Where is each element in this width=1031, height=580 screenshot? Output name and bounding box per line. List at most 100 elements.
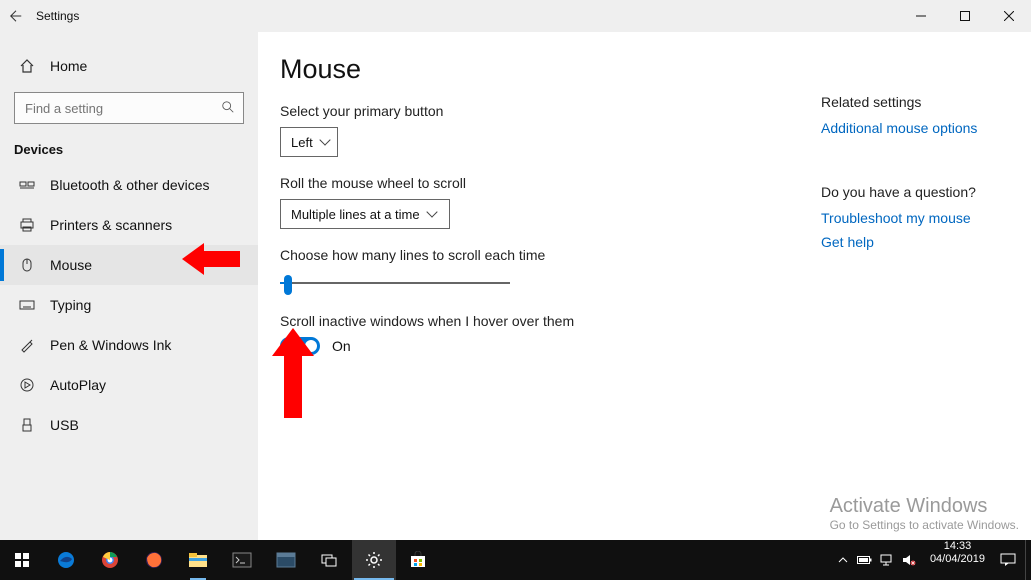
sidebar-item-usb[interactable]: USB [0,405,258,445]
tray-network-icon[interactable] [878,540,896,580]
terminal-icon [232,552,252,568]
titlebar: Settings [0,0,1031,32]
search-wrap [0,92,258,124]
sidebar-item-bluetooth[interactable]: Bluetooth & other devices [0,165,258,205]
sidebar-item-autoplay[interactable]: AutoPlay [0,365,258,405]
maximize-button[interactable] [943,0,987,32]
minimize-icon [916,11,926,21]
sidebar-category: Devices [14,142,258,157]
taskbar-settings[interactable] [352,540,396,580]
sidebar-item-label: Mouse [50,257,92,273]
search-box[interactable] [14,92,244,124]
sidebar: Home Devices Bluetooth & other devices P… [0,32,258,540]
file-explorer-icon [188,552,208,568]
task-view-icon [320,552,340,568]
watermark-title: Activate Windows [830,495,1019,518]
mouse-icon [18,256,36,274]
sidebar-item-label: Typing [50,297,91,313]
primary-button-dropdown[interactable]: Left [280,127,338,157]
action-center-button[interactable] [991,540,1025,580]
autoplay-icon [18,376,36,394]
back-button[interactable] [0,0,32,32]
sidebar-item-label: USB [50,417,79,433]
inactive-scroll-value: On [332,338,351,354]
question-heading: Do you have a question? [821,184,1021,200]
printer-icon [18,216,36,234]
right-spacer [821,144,1021,184]
window-title: Settings [36,9,79,23]
nav-home[interactable]: Home [0,46,258,86]
chevron-down-icon [319,134,330,145]
start-button[interactable] [0,540,44,580]
taskbar-store[interactable] [396,540,440,580]
primary-button-label: Select your primary button [280,103,800,119]
toggle-knob [305,340,317,352]
sidebar-item-label: AutoPlay [50,377,106,393]
sidebar-item-label: Pen & Windows Ink [50,337,171,353]
lines-label: Choose how many lines to scroll each tim… [280,247,800,263]
app-window-icon [276,552,296,568]
activate-windows-watermark: Activate Windows Go to Settings to activ… [830,495,1019,532]
system-tray[interactable] [834,540,924,580]
taskbar-cmd[interactable] [220,540,264,580]
lines-slider[interactable] [280,271,510,295]
get-help-link[interactable]: Get help [821,234,1021,250]
taskbar-spacer [440,540,834,580]
store-icon [409,551,427,569]
scroll-mode-dropdown[interactable]: Multiple lines at a time [280,199,450,229]
primary-button-value: Left [291,135,313,150]
taskbar-explorer[interactable] [176,540,220,580]
sidebar-item-typing[interactable]: Typing [0,285,258,325]
inactive-scroll-label: Scroll inactive windows when I hover ove… [280,313,800,329]
scroll-mode-label: Roll the mouse wheel to scroll [280,175,800,191]
inactive-scroll-toggle[interactable] [280,337,320,355]
sidebar-item-pen[interactable]: Pen & Windows Ink [0,325,258,365]
settings-content: Mouse Select your primary button Left Ro… [280,54,800,540]
bluetooth-icon [18,176,36,194]
sidebar-item-mouse[interactable]: Mouse [0,245,258,285]
scroll-mode-value: Multiple lines at a time [291,207,420,222]
inactive-scroll-row: On [280,337,800,355]
chevron-down-icon [426,206,437,217]
troubleshoot-link[interactable]: Troubleshoot my mouse [821,210,1021,226]
pen-icon [18,336,36,354]
chrome-icon [100,550,120,570]
keyboard-icon [18,296,36,314]
clock-time: 14:33 [930,540,985,553]
right-column: Related settings Additional mouse option… [821,54,1031,540]
nav-home-label: Home [50,58,87,74]
search-icon [221,100,235,117]
slider-thumb[interactable] [284,275,292,295]
show-desktop-button[interactable] [1025,540,1031,580]
taskbar-edge[interactable] [44,540,88,580]
tray-volume-icon[interactable] [900,540,918,580]
taskbar-taskview[interactable] [308,540,352,580]
firefox-icon [144,550,164,570]
page-title: Mouse [280,54,800,85]
tray-overflow-icon[interactable] [834,540,852,580]
taskbar-firefox[interactable] [132,540,176,580]
taskbar-generic-app[interactable] [264,540,308,580]
slider-track [280,282,510,284]
sidebar-item-label: Printers & scanners [50,217,172,233]
edge-icon [56,550,76,570]
related-heading: Related settings [821,94,1021,110]
taskbar-chrome[interactable] [88,540,132,580]
home-icon [18,57,36,75]
gear-icon [365,551,383,569]
sidebar-item-printers[interactable]: Printers & scanners [0,205,258,245]
maximize-icon [960,11,970,21]
minimize-button[interactable] [899,0,943,32]
watermark-subtitle: Go to Settings to activate Windows. [830,518,1019,532]
taskbar: 14:33 04/04/2019 [0,540,1031,580]
close-button[interactable] [987,0,1031,32]
close-icon [1004,11,1014,21]
additional-mouse-options-link[interactable]: Additional mouse options [821,120,1021,136]
tray-battery-icon[interactable] [856,540,874,580]
clock-date: 04/04/2019 [930,553,985,566]
taskbar-clock[interactable]: 14:33 04/04/2019 [924,540,991,580]
search-input[interactable] [23,100,221,117]
usb-icon [18,416,36,434]
windows-logo-icon [14,552,30,568]
sidebar-item-label: Bluetooth & other devices [50,177,210,193]
